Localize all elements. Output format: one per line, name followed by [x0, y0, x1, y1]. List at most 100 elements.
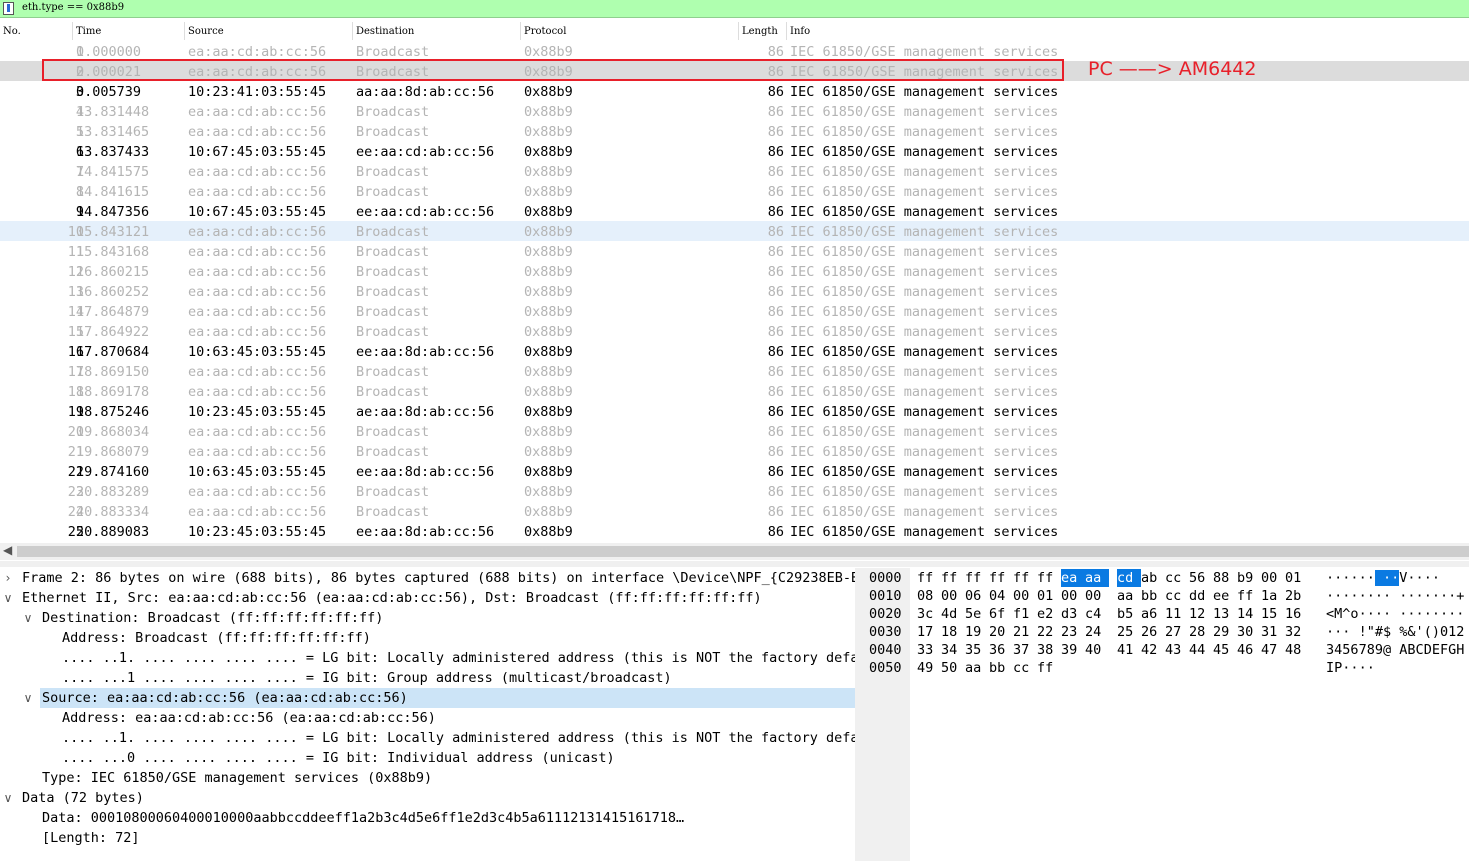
- detail-tree-item[interactable]: .... ...1 .... .... .... .... = IG bit: …: [0, 668, 855, 688]
- hex-bytes-line[interactable]: ff ff ff ff ff ff ea aa cd ab cc 56 88 b9 00 01: [917, 569, 1317, 587]
- hex-byte[interactable]: 00: [1085, 587, 1101, 605]
- display-filter-input[interactable]: eth.type == 0x88b9: [22, 2, 124, 13]
- hex-byte[interactable]: ea: [1061, 569, 1086, 587]
- ascii-line[interactable]: ········ ·······+: [1326, 587, 1464, 605]
- hex-byte[interactable]: 24: [1085, 623, 1101, 641]
- detail-tree-item[interactable]: ∨ Source: ea:aa:cd:ab:cc:56 (ea:aa:cd:ab:…: [24, 688, 855, 708]
- hex-byte[interactable]: 21: [1013, 623, 1029, 641]
- hex-byte[interactable]: 06: [965, 587, 981, 605]
- hex-byte[interactable]: cd: [1117, 569, 1142, 587]
- pane-splitter[interactable]: [0, 561, 1469, 567]
- detail-tree-item[interactable]: .... ..1. .... .... .... .... = LG bit: …: [0, 648, 855, 668]
- packet-row[interactable]: 15 17.864922 ea:aa:cd:ab:cc:56 Broadcast 0x8…: [0, 321, 1469, 341]
- column-header-info[interactable]: Info: [790, 26, 810, 37]
- packet-row[interactable]: 14 17.864879 ea:aa:cd:ab:cc:56 Broadcast 0x8…: [0, 301, 1469, 321]
- hex-byte[interactable]: 56: [1189, 569, 1205, 587]
- packet-row[interactable]: 22 19.874160 10:63:45:03:55:45 ee:aa:8d:ab:…: [0, 461, 1469, 481]
- expand-arrow-icon[interactable]: ∨: [2, 788, 14, 808]
- hex-byte[interactable]: ee: [1213, 587, 1229, 605]
- hex-byte[interactable]: d3: [1061, 605, 1077, 623]
- packet-details-tree[interactable]: › Frame 2: 86 bytes on wire (688 bits), 8…: [0, 568, 855, 861]
- detail-tree-item[interactable]: .... ..1. .... .... .... .... = LG bit: …: [0, 728, 855, 748]
- hex-byte[interactable]: cc: [1165, 569, 1181, 587]
- display-filter-bar[interactable]: eth.type == 0x88b9: [0, 0, 1469, 18]
- detail-tree-item[interactable]: [Length: 72]: [0, 828, 855, 848]
- detail-tree-item[interactable]: Type: IEC 61850/GSE management services …: [0, 768, 855, 788]
- ascii-line[interactable]: <M^o···· ········: [1326, 605, 1464, 623]
- hex-byte[interactable]: 41: [1117, 641, 1133, 659]
- hex-byte[interactable]: a6: [1141, 605, 1157, 623]
- hex-byte[interactable]: 01: [1037, 587, 1053, 605]
- hex-bytes-line[interactable]: 3c 4d 5e 6f f1 e2 d3 c4 b5 a6 11 12 13 14 15 16: [917, 605, 1317, 623]
- packet-row[interactable]: 7 14.841575 ea:aa:cd:ab:cc:56 Broadcast 0x88…: [0, 161, 1469, 181]
- hex-byte[interactable]: 3c: [917, 605, 933, 623]
- hex-byte[interactable]: 2b: [1285, 587, 1301, 605]
- bookmark-icon[interactable]: [3, 2, 14, 15]
- packet-row[interactable]: 24 20.883334 ea:aa:cd:ab:cc:56 Broadcast 0x8…: [0, 501, 1469, 521]
- detail-tree-item[interactable]: .... ...0 .... .... .... .... = IG bit: …: [0, 748, 855, 768]
- hex-byte[interactable]: 22: [1037, 623, 1053, 641]
- hex-byte[interactable]: 1a: [1261, 587, 1277, 605]
- hex-byte[interactable]: 17: [917, 623, 933, 641]
- detail-tree-item[interactable]: ∨ Destination: Broadcast (ff:ff:ff:ff:ff:…: [0, 608, 855, 628]
- expand-arrow-icon[interactable]: ∨: [22, 608, 34, 628]
- packet-bytes-pane[interactable]: 0000 0010 0020 0030 0040 0050 ff ff ff ff ff ff ea a…: [860, 568, 1469, 861]
- expand-arrow-icon[interactable]: ∨: [2, 588, 14, 608]
- hex-bytes-line[interactable]: 08 00 06 04 00 01 00 00 aa bb cc dd ee ff 1a 2b: [917, 587, 1317, 605]
- packet-row[interactable]: 23 20.883289 ea:aa:cd:ab:cc:56 Broadcast 0x8…: [0, 481, 1469, 501]
- collapse-arrow-icon[interactable]: ›: [2, 568, 14, 588]
- hex-byte[interactable]: 47: [1261, 641, 1277, 659]
- hex-byte[interactable]: 36: [989, 641, 1005, 659]
- scroll-left-arrow-icon[interactable]: ◀: [3, 543, 12, 557]
- packet-row[interactable]: 5 13.831465 ea:aa:cd:ab:cc:56 Broadcast 0x88…: [0, 121, 1469, 141]
- hex-byte[interactable]: 46: [1237, 641, 1253, 659]
- packet-row[interactable]: 8 14.841615 ea:aa:cd:ab:cc:56 Broadcast 0x88…: [0, 181, 1469, 201]
- column-header-no[interactable]: No.: [3, 26, 21, 37]
- hex-byte[interactable]: ab: [1141, 569, 1157, 587]
- hex-byte[interactable]: 16: [1285, 605, 1301, 623]
- hex-byte[interactable]: 18: [941, 623, 957, 641]
- packet-row[interactable]: 6 13.837433 10:67:45:03:55:45 ee:aa:cd:ab:c…: [0, 141, 1469, 161]
- packet-row[interactable]: 10 15.843121 ea:aa:cd:ab:cc:56 Broadcast 0x8…: [0, 221, 1469, 241]
- ascii-line[interactable]: ··· !"#$ %&'()012: [1326, 623, 1464, 641]
- hex-byte[interactable]: ff: [1237, 587, 1253, 605]
- packet-row[interactable]: 12 16.860215 ea:aa:cd:ab:cc:56 Broadcast 0x8…: [0, 261, 1469, 281]
- hex-byte[interactable]: 01: [1285, 569, 1301, 587]
- hex-byte[interactable]: 15: [1261, 605, 1277, 623]
- packet-row[interactable]: 11 15.843168 ea:aa:cd:ab:cc:56 Broadcast 0x8…: [0, 241, 1469, 261]
- hex-byte[interactable]: 00: [941, 587, 957, 605]
- packet-row[interactable]: 21 19.868079 ea:aa:cd:ab:cc:56 Broadcast 0x8…: [0, 441, 1469, 461]
- packet-row[interactable]: 25 20.889083 10:23:45:03:55:45 ee:aa:8d:ab:…: [0, 521, 1469, 541]
- hex-byte[interactable]: 39: [1061, 641, 1077, 659]
- hex-byte[interactable]: 5e: [965, 605, 981, 623]
- hex-byte[interactable]: 28: [1189, 623, 1205, 641]
- hex-byte[interactable]: 13: [1213, 605, 1229, 623]
- detail-tree-item[interactable]: Address: ea:aa:cd:ab:cc:56 (ea:aa:cd:ab:…: [0, 708, 855, 728]
- detail-tree-item[interactable]: › Frame 2: 86 bytes on wire (688 bits), 8…: [0, 568, 855, 588]
- hex-byte[interactable]: 32: [1285, 623, 1301, 641]
- hex-byte[interactable]: 04: [989, 587, 1005, 605]
- detail-tree-item[interactable]: Data: 00010800060400010000aabbccddeeff1a…: [0, 808, 855, 828]
- hex-byte[interactable]: aa: [1085, 569, 1110, 587]
- packet-row[interactable]: 17 18.869150 ea:aa:cd:ab:cc:56 Broadcast 0x8…: [0, 361, 1469, 381]
- hex-byte[interactable]: 49: [917, 659, 933, 677]
- hex-byte[interactable]: 44: [1189, 641, 1205, 659]
- column-header-time[interactable]: Time: [76, 26, 101, 37]
- hex-byte[interactable]: ff: [941, 569, 957, 587]
- ascii-line[interactable]: IP····: [1326, 659, 1375, 677]
- column-header-protocol[interactable]: Protocol: [524, 26, 566, 37]
- packet-row[interactable]: 4 13.831448 ea:aa:cd:ab:cc:56 Broadcast 0x88…: [0, 101, 1469, 121]
- hex-bytes-line[interactable]: 33 34 35 36 37 38 39 40 41 42 43 44 45 46 47 48: [917, 641, 1317, 659]
- hex-byte[interactable]: dd: [1189, 587, 1205, 605]
- hex-byte[interactable]: 45: [1213, 641, 1229, 659]
- packet-row[interactable]: 20 19.868034 ea:aa:cd:ab:cc:56 Broadcast 0x8…: [0, 421, 1469, 441]
- hex-byte[interactable]: 33: [917, 641, 933, 659]
- hex-byte[interactable]: 26: [1141, 623, 1157, 641]
- hex-byte[interactable]: 50: [941, 659, 957, 677]
- hex-byte[interactable]: 40: [1085, 641, 1101, 659]
- hex-byte[interactable]: 23: [1061, 623, 1077, 641]
- hex-byte[interactable]: 43: [1165, 641, 1181, 659]
- hex-byte[interactable]: 00: [1013, 587, 1029, 605]
- hex-byte[interactable]: aa: [965, 659, 981, 677]
- hex-byte[interactable]: 14: [1237, 605, 1253, 623]
